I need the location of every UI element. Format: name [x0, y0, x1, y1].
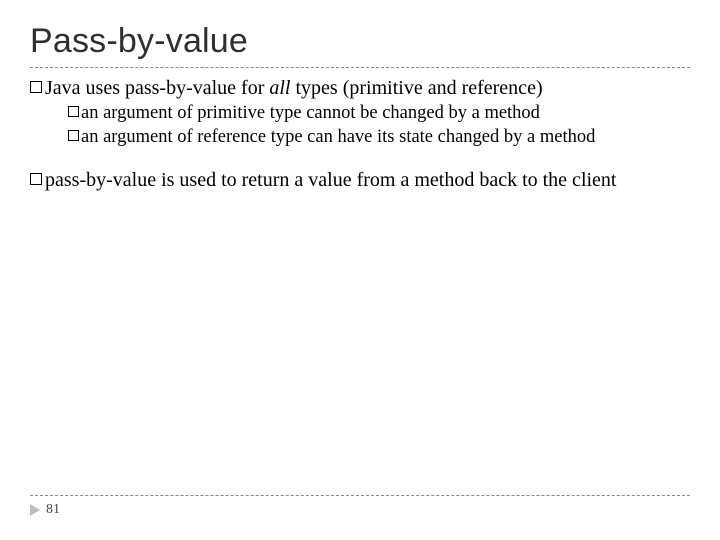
title-separator	[30, 67, 690, 68]
page-indicator: 81	[30, 502, 690, 518]
bullet-1a-text: an argument of primitive type cannot be …	[81, 103, 540, 123]
bullet-1: Java uses pass-by-value for all types (p…	[30, 76, 690, 100]
bullet-1-text-post: types (primitive and reference)	[291, 77, 543, 99]
bullet-1b: an argument of reference type can have i…	[68, 126, 690, 149]
bullet-1-children: an argument of primitive type cannot be …	[68, 102, 690, 148]
square-bullet-icon	[68, 130, 79, 141]
square-bullet-icon	[68, 106, 79, 117]
bullet-2: pass-by-value is used to return a value …	[30, 168, 690, 192]
bullet-2-text: pass-by-value is used to return a value …	[45, 169, 616, 191]
slide-title: Pass-by-value	[30, 22, 690, 61]
page-arrow-icon	[30, 504, 40, 516]
footer-separator	[30, 495, 690, 496]
page-number: 81	[46, 502, 60, 518]
slide-footer: 81	[30, 495, 690, 518]
square-bullet-icon	[30, 173, 42, 185]
slide-body: Java uses pass-by-value for all types (p…	[30, 76, 690, 192]
bullet-1-text: Java uses pass-by-value for all types (p…	[45, 77, 543, 99]
bullet-1a: an argument of primitive type cannot be …	[68, 102, 690, 125]
slide: Pass-by-value Java uses pass-by-value fo…	[0, 0, 720, 540]
spacer	[30, 150, 690, 166]
bullet-1-text-pre: Java uses pass-by-value for	[45, 77, 269, 99]
bullet-1b-text: an argument of reference type can have i…	[81, 127, 595, 147]
square-bullet-icon	[30, 81, 42, 93]
bullet-1-text-em: all	[269, 77, 290, 99]
